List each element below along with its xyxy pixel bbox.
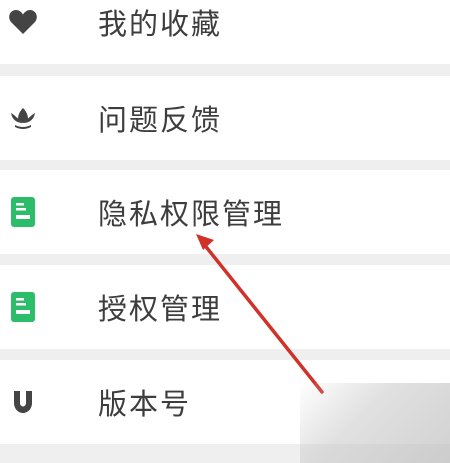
magnet-icon bbox=[6, 385, 40, 419]
menu-item-feedback[interactable]: 问题反馈 bbox=[0, 76, 450, 160]
menu-item-label: 授权管理 bbox=[98, 292, 223, 326]
heart-icon bbox=[6, 5, 40, 39]
settings-menu: 我的收藏 问题反馈 隐私权限管理 授权管理 版本号 bbox=[0, 0, 450, 463]
menu-item-version[interactable]: 版本号 bbox=[0, 360, 450, 444]
menu-item-favorites[interactable]: 我的收藏 bbox=[0, 0, 450, 64]
menu-item-label: 隐私权限管理 bbox=[98, 197, 285, 231]
document-icon bbox=[6, 195, 40, 229]
menu-item-authorization[interactable]: 授权管理 bbox=[0, 265, 450, 349]
document-icon bbox=[6, 290, 40, 324]
lotus-icon bbox=[6, 101, 40, 135]
menu-item-label: 问题反馈 bbox=[98, 103, 223, 137]
menu-item-label: 版本号 bbox=[98, 387, 192, 421]
menu-item-label: 我的收藏 bbox=[98, 7, 223, 41]
menu-item-privacy-permissions[interactable]: 隐私权限管理 bbox=[0, 170, 450, 254]
